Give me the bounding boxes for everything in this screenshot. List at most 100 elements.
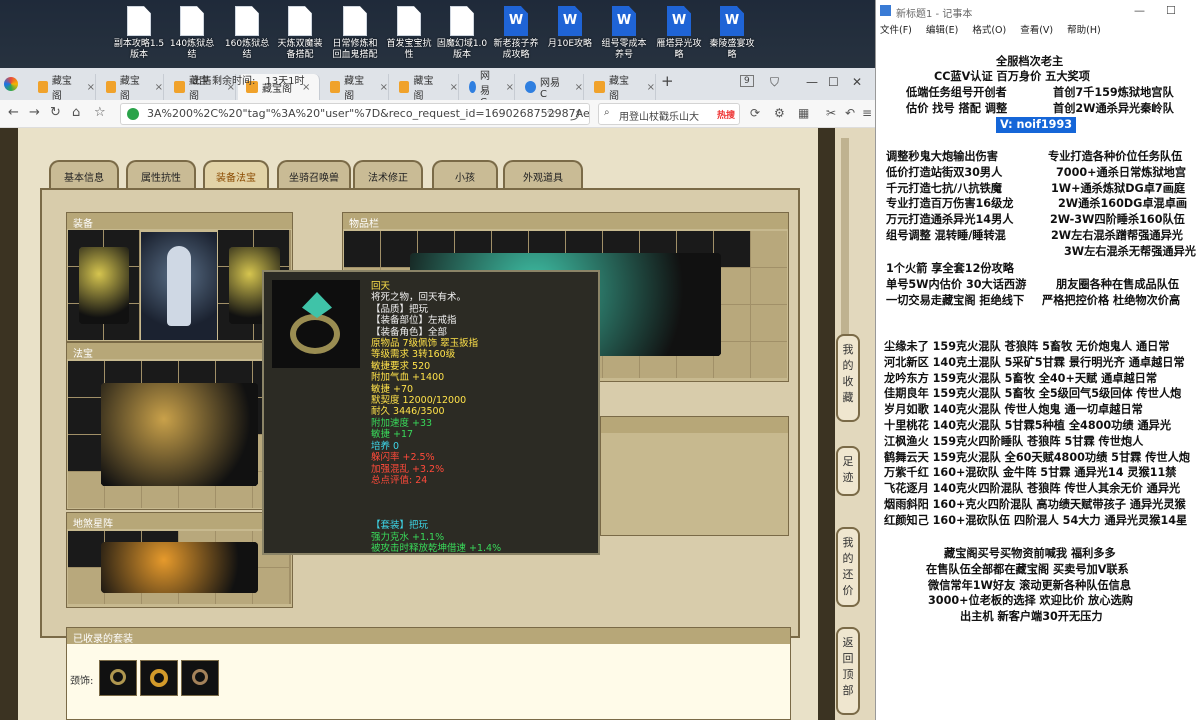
game-tab[interactable]: 装备法宝 xyxy=(203,160,269,188)
notepad-line: 3W左右混杀无帮强通异光 xyxy=(1064,244,1196,258)
game-tab[interactable]: 坐骑召唤兽 xyxy=(277,160,351,188)
desktop-icon[interactable]: W 秦陵盛宴攻略 xyxy=(706,6,758,61)
tab-close-icon[interactable]: × xyxy=(380,82,388,93)
set-item-3[interactable] xyxy=(181,660,219,696)
browser-tab[interactable]: 藏宝阁 × xyxy=(391,74,459,102)
back-icon[interactable]: ← xyxy=(8,105,19,120)
inventory-item[interactable] xyxy=(344,231,721,356)
menu-icon[interactable]: ≡ xyxy=(862,106,872,120)
empty-slot xyxy=(751,305,787,341)
equip-slot[interactable] xyxy=(78,246,139,340)
desktop-icon[interactable]: 140炼狱总结 xyxy=(166,6,218,61)
side-button[interactable]: 我的还价 xyxy=(836,527,860,607)
desktop-icon[interactable]: W 新老孩子养 成攻略 xyxy=(490,6,542,61)
settings-icon[interactable]: ⚙ xyxy=(774,106,785,120)
treasure-item[interactable] xyxy=(68,361,258,486)
treasure-item[interactable] xyxy=(68,383,258,486)
side-button[interactable]: 足迹 xyxy=(836,446,860,496)
search-input[interactable]: ⌕ 用登山杖戳乐山大 热搜 xyxy=(598,103,740,125)
refresh-icon[interactable]: ↻ xyxy=(50,105,61,120)
desktop-icon[interactable]: 日常修炼和 回血鬼搭配 xyxy=(329,6,381,61)
notepad-menu-item[interactable]: 格式(O) xyxy=(972,22,1006,38)
tooltip-set-line: 被攻击时释放乾坤借速 +1.4% xyxy=(371,543,502,555)
treasure-item[interactable] xyxy=(68,383,258,486)
bookmark-star-icon[interactable]: ☆ xyxy=(94,105,106,120)
browser-tab[interactable]: 藏宝阁 × xyxy=(98,74,164,102)
shirt-icon[interactable]: ⛉ xyxy=(770,75,779,90)
word-document-icon: W xyxy=(667,6,691,36)
collected-set-panel: 已收录的套装 颈饰: xyxy=(66,627,791,720)
notepad-menu-item[interactable]: 帮助(H) xyxy=(1067,22,1101,38)
notepad-minimize-button[interactable]: — xyxy=(1134,4,1145,17)
undo-icon[interactable]: ↶ xyxy=(845,106,855,120)
set-item-2[interactable] xyxy=(140,660,178,696)
browser-tab[interactable]: 网易C× xyxy=(461,71,515,108)
notepad-menu-item[interactable]: 文件(F) xyxy=(880,22,912,38)
tab-label: 藏宝阁 xyxy=(413,76,434,102)
minimize-button[interactable]: — xyxy=(806,75,818,89)
sync-icon[interactable]: ⟳ xyxy=(750,106,760,120)
tab-close-icon[interactable]: × xyxy=(450,82,458,93)
tab-label: 藏宝阁 xyxy=(344,76,365,102)
tab-bar: 藏宝阁×藏宝阁×藏宝阁×藏宝阁×藏宝阁×藏宝阁×网易C×网易C×藏宝阁× + 9… xyxy=(0,68,875,108)
formation-card[interactable] xyxy=(68,531,258,594)
forward-icon[interactable]: → xyxy=(29,105,40,120)
desktop-icon[interactable]: 160炼狱总结 xyxy=(221,6,273,61)
browser-tab[interactable]: 藏宝阁 × xyxy=(322,74,389,102)
tooltip-line: 【装备角色】全部 xyxy=(371,326,448,338)
game-tab[interactable]: 属性抗性 xyxy=(126,160,196,188)
notepad-line: CC蓝V认证 百万身价 五大奖项 xyxy=(934,70,1090,83)
hot-search-badge: 热搜 xyxy=(716,111,735,121)
browser-tab[interactable]: 藏宝阁 × xyxy=(586,74,656,102)
close-button[interactable]: ✕ xyxy=(852,75,862,89)
browser-tab[interactable]: 网易C× xyxy=(517,74,584,100)
game-tab[interactable]: 法术修正 xyxy=(353,160,423,188)
tooltip-set-line: 强力克水 +1.1% xyxy=(371,531,445,543)
side-button[interactable]: 返回顶部 xyxy=(836,627,860,715)
search-icon: ⌕ xyxy=(604,107,610,118)
tab-close-icon[interactable]: × xyxy=(647,82,655,93)
tab-close-icon[interactable]: × xyxy=(506,82,514,93)
browser-logo-icon[interactable] xyxy=(4,77,18,91)
address-input[interactable]: 3A%200%2C%20"tag"%3A%20"user"%7D&reco_re… xyxy=(120,103,590,125)
desktop-icon-label: 160炼狱总结 xyxy=(224,39,270,60)
tab-close-icon[interactable]: × xyxy=(87,82,95,93)
notepad-line: 鹤舞云天 159克火混队 全60天赋4800功绩 5甘霖 传世人炮 xyxy=(884,450,1190,464)
tooltip-line: 加强混乱 +3.2% xyxy=(371,463,445,475)
desktop-icon[interactable]: 首发宝宝抗性 xyxy=(383,6,435,61)
apps-grid-icon[interactable]: ▦ xyxy=(798,106,809,120)
game-tab[interactable]: 小孩 xyxy=(432,160,498,188)
notepad-menu-item[interactable]: 查看(V) xyxy=(1020,22,1053,38)
notepad-line: 专业打造百万伤害16级龙 xyxy=(886,197,1014,211)
desktop-icon[interactable]: 固魔幻域1.0 版本 xyxy=(436,6,488,61)
tab-close-icon[interactable]: × xyxy=(155,82,163,93)
tab-count-badge[interactable]: 9 xyxy=(740,75,754,87)
notepad-menu-item[interactable]: 编辑(E) xyxy=(926,22,958,38)
home-icon[interactable]: ⌂ xyxy=(72,105,80,120)
desktop-icon[interactable]: W 组号零成本 养号 xyxy=(598,6,650,61)
inventory-item[interactable] xyxy=(410,231,750,356)
maximize-button[interactable]: ☐ xyxy=(828,75,839,89)
formation-title: 地煞星阵 xyxy=(67,513,292,530)
new-tab-button[interactable]: + xyxy=(661,72,674,90)
set-item-1[interactable] xyxy=(99,660,137,696)
tab-label: 藏宝阁 xyxy=(51,76,72,102)
formation-card[interactable] xyxy=(101,531,258,594)
desktop-icon[interactable]: W 月10E攻略 xyxy=(544,6,596,50)
game-tab[interactable]: 基本信息 xyxy=(49,160,119,188)
tooltip-line: 总点评值: 24 xyxy=(371,474,428,486)
browser-tab[interactable]: 藏宝阁 × xyxy=(30,74,96,102)
remain-value: 13天1时 xyxy=(265,76,305,87)
side-button[interactable]: 我的收藏 xyxy=(836,334,860,422)
share-icon[interactable]: ⤴ xyxy=(570,106,582,123)
game-tab[interactable]: 外观道具 xyxy=(503,160,583,188)
desktop-icon[interactable]: 天炼双魔装 备搭配 xyxy=(274,6,326,61)
favorite-star-icon[interactable]: ☆ xyxy=(546,106,557,120)
notepad-maximize-button[interactable]: ☐ xyxy=(1166,4,1176,17)
desktop-icon[interactable]: 副本攻略1.5 版本 xyxy=(113,6,165,61)
scissors-icon[interactable]: ✂ xyxy=(826,106,836,120)
tooltip-line: 将死之物，回天有术。 xyxy=(371,292,467,304)
desktop-icon[interactable]: W 雁塔异光攻略 xyxy=(653,6,705,61)
notepad-line: 估价 找号 搭配 调整 xyxy=(906,102,1008,115)
tab-close-icon[interactable]: × xyxy=(575,82,583,93)
